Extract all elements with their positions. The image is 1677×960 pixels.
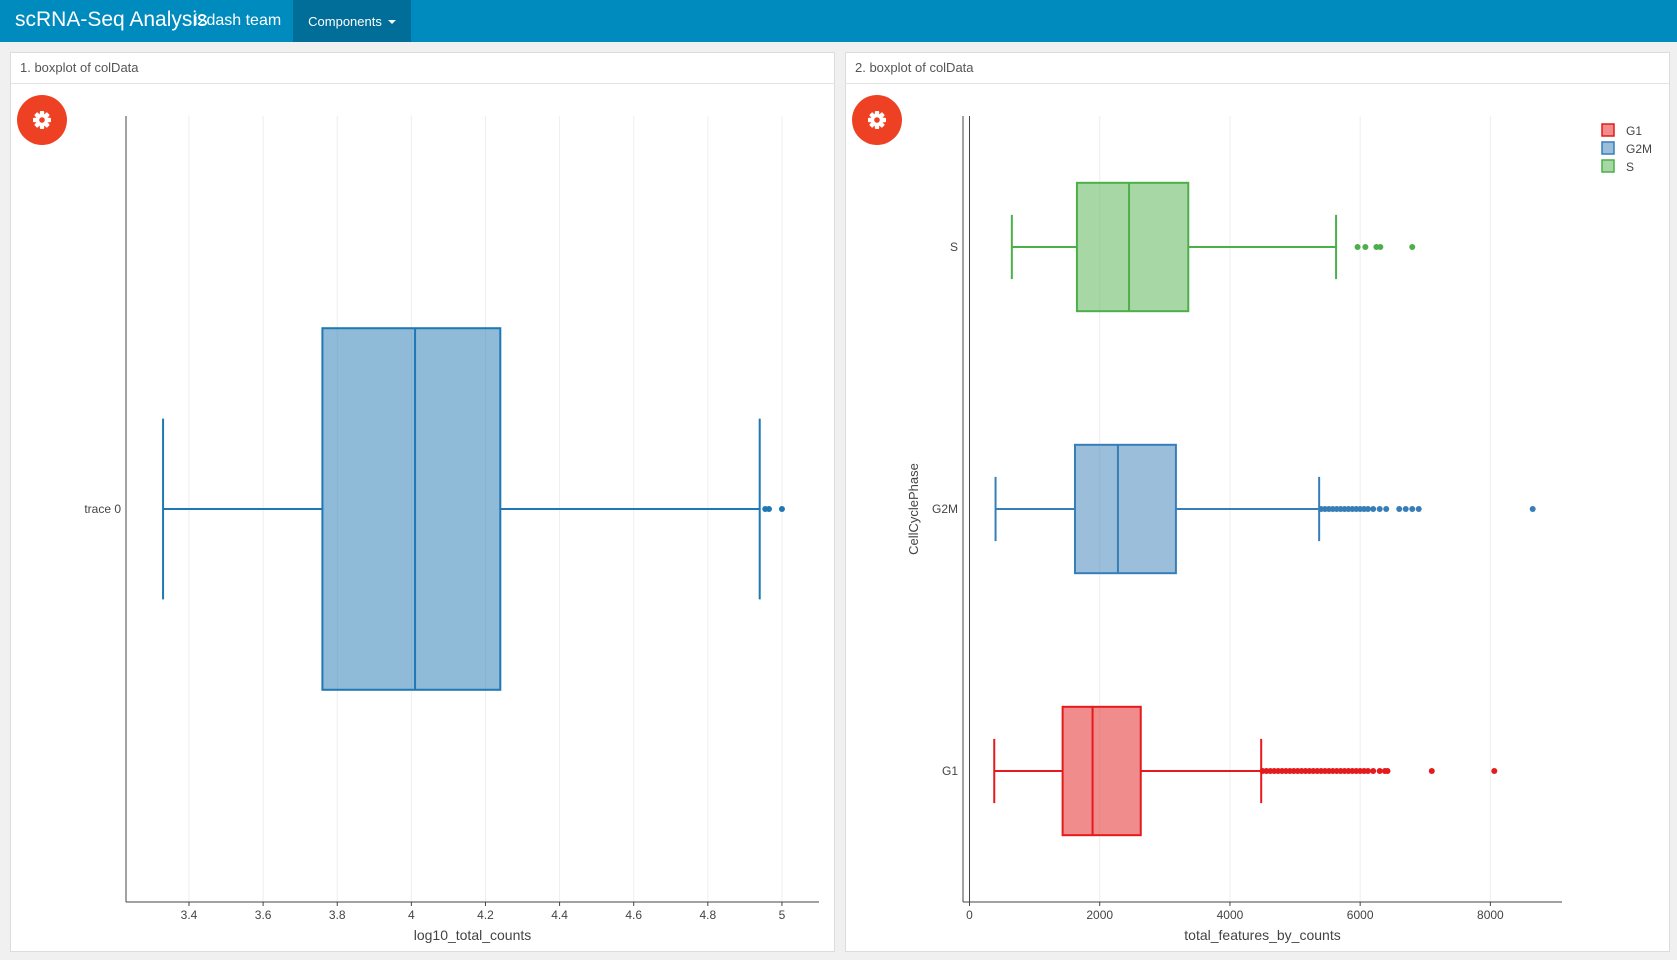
- x-tick-label: 4.8: [699, 908, 716, 922]
- outlier-point: [1370, 506, 1377, 512]
- box-trace: S: [950, 181, 1416, 313]
- boxplot-panel-1: 1. boxplot of colData 3.4 3.6 3.8 4 4.2 4.4 4.…: [10, 52, 835, 952]
- navbar: scRNA-Seq Analysis i2dash team Component…: [0, 0, 1677, 42]
- box-trace: G1: [942, 705, 1498, 837]
- outlier-point: [1415, 506, 1422, 512]
- outlier-point: [1383, 506, 1390, 512]
- box-iqr: [1073, 443, 1177, 575]
- outlier-point: [1364, 768, 1371, 774]
- outlier-point: [1409, 506, 1416, 512]
- y-tick-label: G1: [942, 764, 958, 778]
- x-tick-label: 4000: [1217, 908, 1244, 922]
- caret-down-icon: [387, 20, 396, 24]
- outlier-point: [1377, 244, 1384, 250]
- components-menu-label: Components: [308, 13, 382, 29]
- box-iqr: [1075, 181, 1190, 313]
- outlier-point: [1364, 506, 1371, 512]
- legend-label: S: [1626, 160, 1634, 174]
- outlier-point: [765, 506, 772, 512]
- x-tick-label: 4.6: [625, 908, 642, 922]
- legend-swatch: [1601, 123, 1615, 137]
- x-tick-label: 6000: [1347, 908, 1374, 922]
- legend-label: G2M: [1626, 142, 1652, 156]
- outlier-point: [1529, 506, 1536, 512]
- components-menu-button[interactable]: Components: [293, 0, 411, 42]
- outlier-point: [1384, 768, 1391, 774]
- y-tick-label: S: [950, 240, 958, 254]
- outlier-point: [1428, 768, 1435, 774]
- outlier-point: [1396, 506, 1403, 512]
- app-subtitle: i2dash team: [194, 12, 282, 29]
- outlier-point: [1409, 244, 1416, 250]
- x-tick-label: 8000: [1477, 908, 1504, 922]
- x-tick-label: 4: [408, 908, 415, 922]
- legend-swatch: [1601, 141, 1615, 155]
- y-axis-title: CellCyclePhase: [906, 463, 921, 555]
- y-tick-label: G2M: [932, 502, 958, 516]
- x-axis-title: total_features_by_counts: [1184, 927, 1340, 943]
- box-iqr: [1061, 705, 1142, 837]
- x-axis-title: log10_total_counts: [414, 927, 532, 943]
- legend-label: G1: [1626, 124, 1642, 138]
- outlier-point: [778, 506, 785, 512]
- box-trace: G2M: [932, 443, 1536, 575]
- outlier-point: [1376, 768, 1383, 774]
- x-tick-label: 3.4: [181, 908, 198, 922]
- legend-swatch: [1601, 159, 1615, 173]
- x-tick-label: 4.2: [477, 908, 494, 922]
- outlier-point: [1491, 768, 1498, 774]
- x-tick-label: 3.8: [329, 908, 346, 922]
- x-tick-label: 3.6: [255, 908, 272, 922]
- outlier-point: [1370, 768, 1377, 774]
- outlier-point: [1402, 506, 1409, 512]
- x-tick-label: 5: [779, 908, 786, 922]
- x-tick-label: 2000: [1086, 908, 1113, 922]
- app-title[interactable]: scRNA-Seq Analysis: [15, 8, 208, 32]
- outlier-point: [1376, 506, 1383, 512]
- boxplot-panel-2: 2. boxplot of colData 0 2000 4000 6000 8000 t…: [845, 52, 1670, 952]
- boxplot-chart-1: 3.4 3.6 3.8 4 4.2 4.4 4.6 4.8 5 log10_total_count…: [84, 116, 819, 943]
- outlier-point: [1362, 244, 1369, 250]
- x-tick-label: 0: [966, 908, 973, 922]
- outlier-point: [1354, 244, 1361, 250]
- boxplot-chart-2: 0 2000 4000 6000 8000 total_features_by_count…: [906, 116, 1652, 943]
- box-iqr: [321, 327, 502, 691]
- y-tick-label: trace 0: [84, 502, 121, 516]
- x-tick-label: 4.4: [551, 908, 568, 922]
